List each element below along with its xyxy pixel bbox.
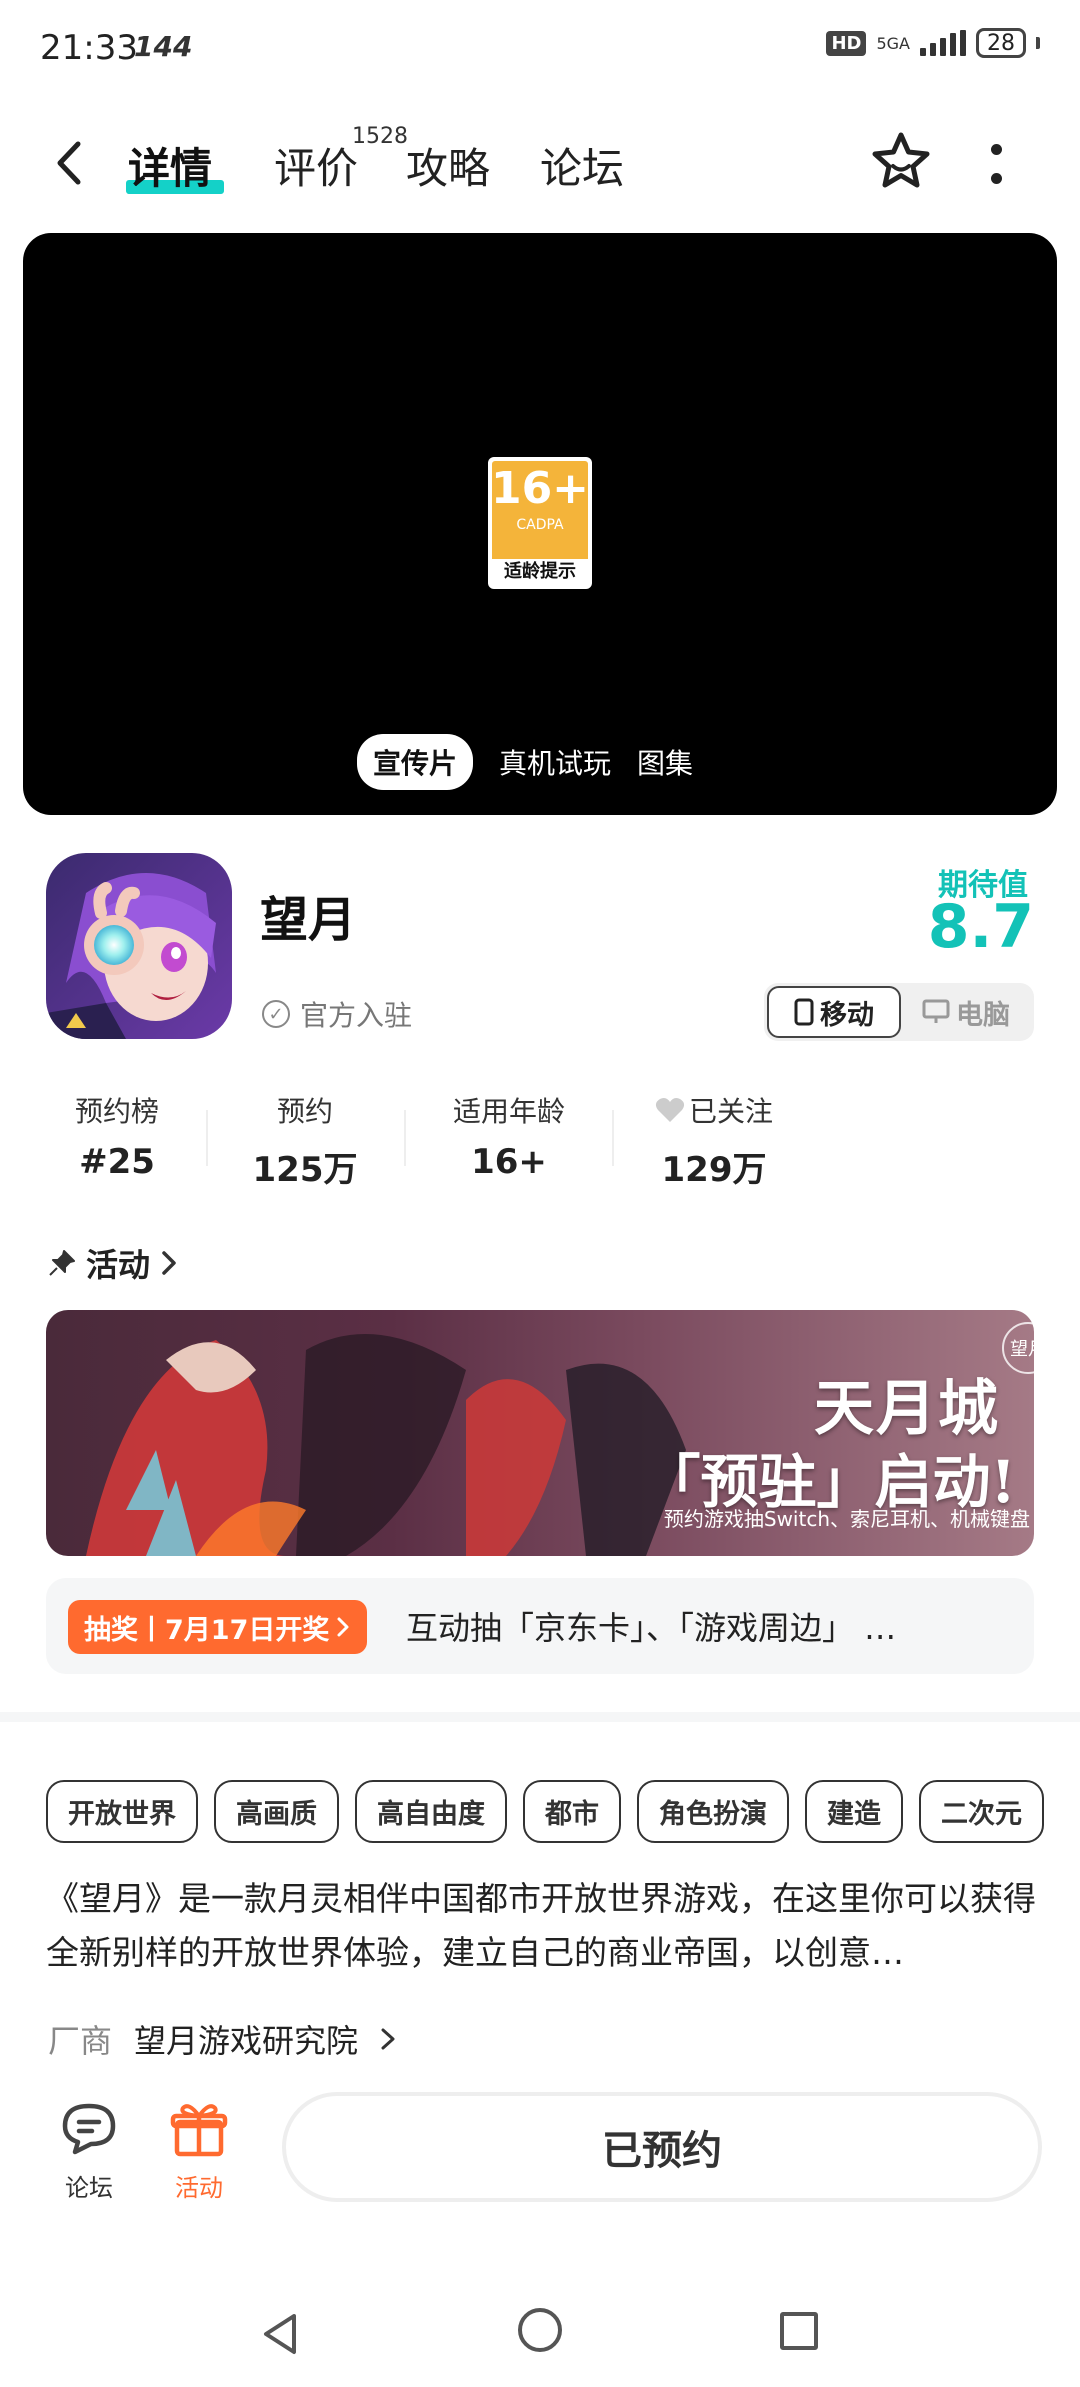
banner-logo: 望月: [1002, 1322, 1054, 1374]
tag-chip[interactable]: 建造: [805, 1780, 903, 1843]
tab-forum[interactable]: 论坛: [540, 135, 624, 196]
expectation-score: 8.7: [927, 892, 1034, 962]
favorite-star-icon[interactable]: [870, 130, 932, 192]
battery-icon: 28: [976, 28, 1026, 58]
stat-value: #25: [79, 1142, 155, 1182]
divider: [206, 1110, 208, 1166]
system-back-icon[interactable]: [258, 2310, 302, 2362]
activity-button[interactable]: 活动: [168, 2100, 230, 2203]
age-hint: 适龄提示: [492, 559, 588, 585]
age-org: CADPA: [516, 517, 564, 533]
tab-details[interactable]: 详情: [128, 135, 212, 196]
tag-chip[interactable]: 高自由度: [355, 1780, 507, 1843]
activity-title: 活动: [86, 1246, 151, 1284]
platform-mobile-label: 移动: [820, 999, 874, 1031]
video-tabs: 宣传片 真机试玩 图集: [357, 734, 693, 790]
stat-value: 16+: [471, 1142, 547, 1182]
platform-mobile-button[interactable]: 移动: [767, 986, 901, 1038]
stat-age: 适用年龄 16+: [434, 1090, 584, 1182]
back-icon[interactable]: [50, 138, 90, 188]
system-recents-icon[interactable]: [780, 2312, 818, 2350]
reserved-button[interactable]: 已预约: [282, 2092, 1042, 2202]
stat-label: 预约: [276, 1095, 333, 1128]
age-rating-badge: 16+ CADPA 适龄提示: [488, 457, 592, 589]
stat-rank[interactable]: 预约榜 #25: [52, 1090, 182, 1182]
tab-guides[interactable]: 攻略: [406, 135, 490, 196]
platform-pc-label: 电脑: [956, 999, 1010, 1031]
platform-pc-button[interactable]: 电脑: [901, 986, 1031, 1038]
app-name: 望月: [260, 892, 357, 948]
section-divider: [0, 1712, 1080, 1722]
chevron-right-icon: [381, 2028, 395, 2050]
lottery-text: 互动抽「京东卡」、「游戏周边」 …: [406, 1609, 897, 1647]
video-tab-gallery[interactable]: 图集: [637, 742, 693, 782]
banner-title: 天月城: [814, 1374, 1000, 1444]
review-count: 1528: [352, 124, 408, 149]
tag-chip[interactable]: 开放世界: [46, 1780, 198, 1843]
chevron-right-icon: [162, 1251, 176, 1275]
tag-list: 开放世界 高画质 高自由度 都市 角色扮演 建造 二次元: [46, 1780, 1044, 1843]
more-options-icon[interactable]: [990, 144, 1002, 184]
status-indicators: HD 5GA 28: [826, 28, 1040, 58]
tag-chip[interactable]: 角色扮演: [637, 1780, 789, 1843]
phone-icon: [794, 998, 814, 1026]
divider: [404, 1110, 406, 1166]
lottery-tag-label: 抽奖丨7月17日开奖: [84, 1614, 330, 1646]
activity-label: 活动: [175, 2174, 223, 2202]
stat-label: 预约榜: [74, 1095, 159, 1128]
system-home-icon[interactable]: [518, 2308, 562, 2352]
divider: [612, 1110, 614, 1166]
age-rating: 16+: [490, 463, 590, 514]
status-time: 21:33: [40, 28, 138, 68]
check-icon: ✓: [262, 1000, 290, 1028]
banner-subtitle: 预约游戏抽Switch、索尼耳机、机械键盘: [663, 1507, 1030, 1531]
video-tab-gameplay[interactable]: 真机试玩: [499, 742, 611, 782]
tag-chip[interactable]: 都市: [523, 1780, 621, 1843]
forum-label: 论坛: [65, 2174, 113, 2202]
stat-value: 129万: [661, 1150, 767, 1190]
stat-reservations: 预约 125万: [240, 1090, 370, 1191]
battery-level: 28: [987, 30, 1015, 56]
monitor-icon: [922, 999, 950, 1023]
vendor-name: 望月游戏研究院: [134, 2022, 359, 2060]
stat-value: 125万: [252, 1150, 358, 1190]
gift-icon: [169, 2100, 229, 2160]
video-tab-trailer[interactable]: 宣传片: [357, 734, 474, 790]
hd-icon: HD: [826, 30, 867, 56]
pin-icon: [49, 1250, 75, 1276]
forum-icon: [59, 2100, 119, 2160]
chevron-right-icon: [337, 1617, 349, 1637]
official-label: 官方入驻: [300, 999, 413, 1032]
stat-followers[interactable]: 已关注 129万: [634, 1090, 794, 1191]
activity-header[interactable]: 活动: [48, 1240, 178, 1286]
app-icon: [46, 853, 232, 1039]
signal-icon: [920, 30, 966, 56]
stat-label: 已关注: [634, 1090, 794, 1130]
tag-chip[interactable]: 二次元: [919, 1780, 1044, 1843]
refresh-rate: 144: [134, 30, 193, 63]
platform-switch: 移动 电脑: [764, 983, 1034, 1041]
followed-label: 已关注: [688, 1095, 773, 1128]
lottery-tag: 抽奖丨7月17日开奖: [68, 1600, 368, 1654]
vendor-label: 厂商: [48, 2022, 113, 2060]
tab-reviews[interactable]: 评价: [274, 135, 358, 196]
heart-icon: [655, 1098, 685, 1122]
forum-button[interactable]: 论坛: [58, 2100, 120, 2203]
battery-tip: [1036, 37, 1040, 49]
stat-label: 适用年龄: [452, 1095, 565, 1128]
game-description[interactable]: 《望月》是一款月灵相伴中国都市开放世界游戏，在这里你可以获得全新别样的开放世界体…: [46, 1872, 1036, 1980]
tag-chip[interactable]: 高画质: [214, 1780, 339, 1843]
vendor-row[interactable]: 厂商 望月游戏研究院: [48, 2016, 396, 2062]
official-badge: ✓ 官方入驻: [262, 994, 412, 1034]
network-label: 5GA: [876, 33, 910, 53]
